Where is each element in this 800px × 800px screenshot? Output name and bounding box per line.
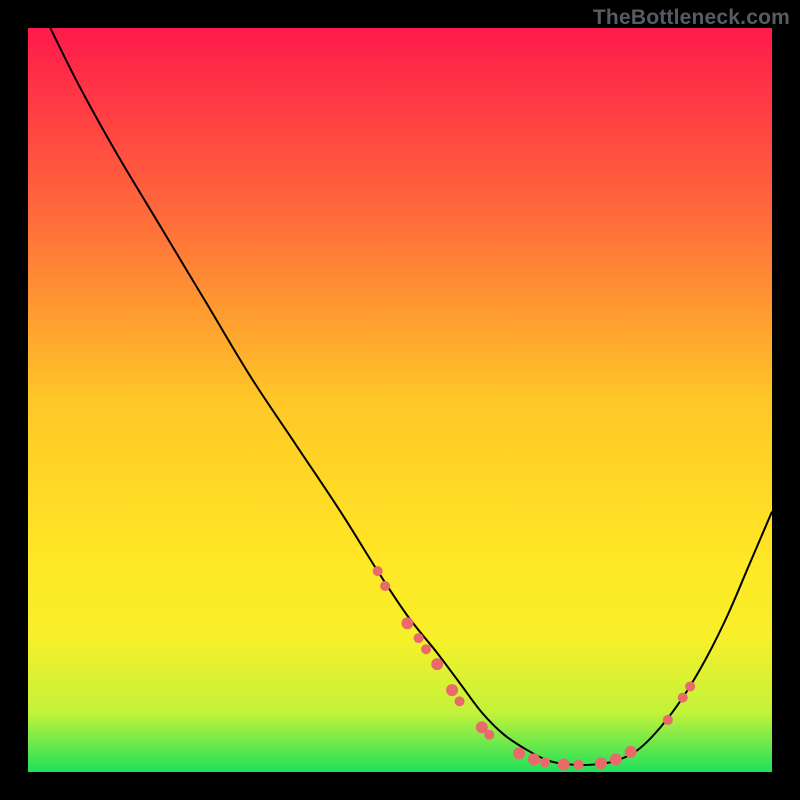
marker-dot [446, 684, 458, 696]
plot-background [28, 28, 772, 772]
marker-dot [595, 757, 607, 769]
marker-dot [685, 681, 695, 691]
marker-dot [484, 730, 494, 740]
bottleneck-chart [0, 0, 800, 800]
marker-dot [558, 759, 570, 771]
chart-frame: TheBottleneck.com [0, 0, 800, 800]
marker-dot [401, 617, 413, 629]
marker-dot [513, 747, 525, 759]
marker-dot [663, 715, 673, 725]
marker-dot [414, 633, 424, 643]
marker-dot [528, 753, 540, 765]
marker-dot [540, 757, 550, 767]
marker-dot [625, 746, 637, 758]
marker-dot [421, 644, 431, 654]
marker-dot [455, 696, 465, 706]
marker-dot [431, 658, 443, 670]
marker-dot [380, 581, 390, 591]
marker-dot [574, 760, 584, 770]
marker-dot [610, 753, 622, 765]
marker-dot [678, 693, 688, 703]
marker-dot [373, 566, 383, 576]
